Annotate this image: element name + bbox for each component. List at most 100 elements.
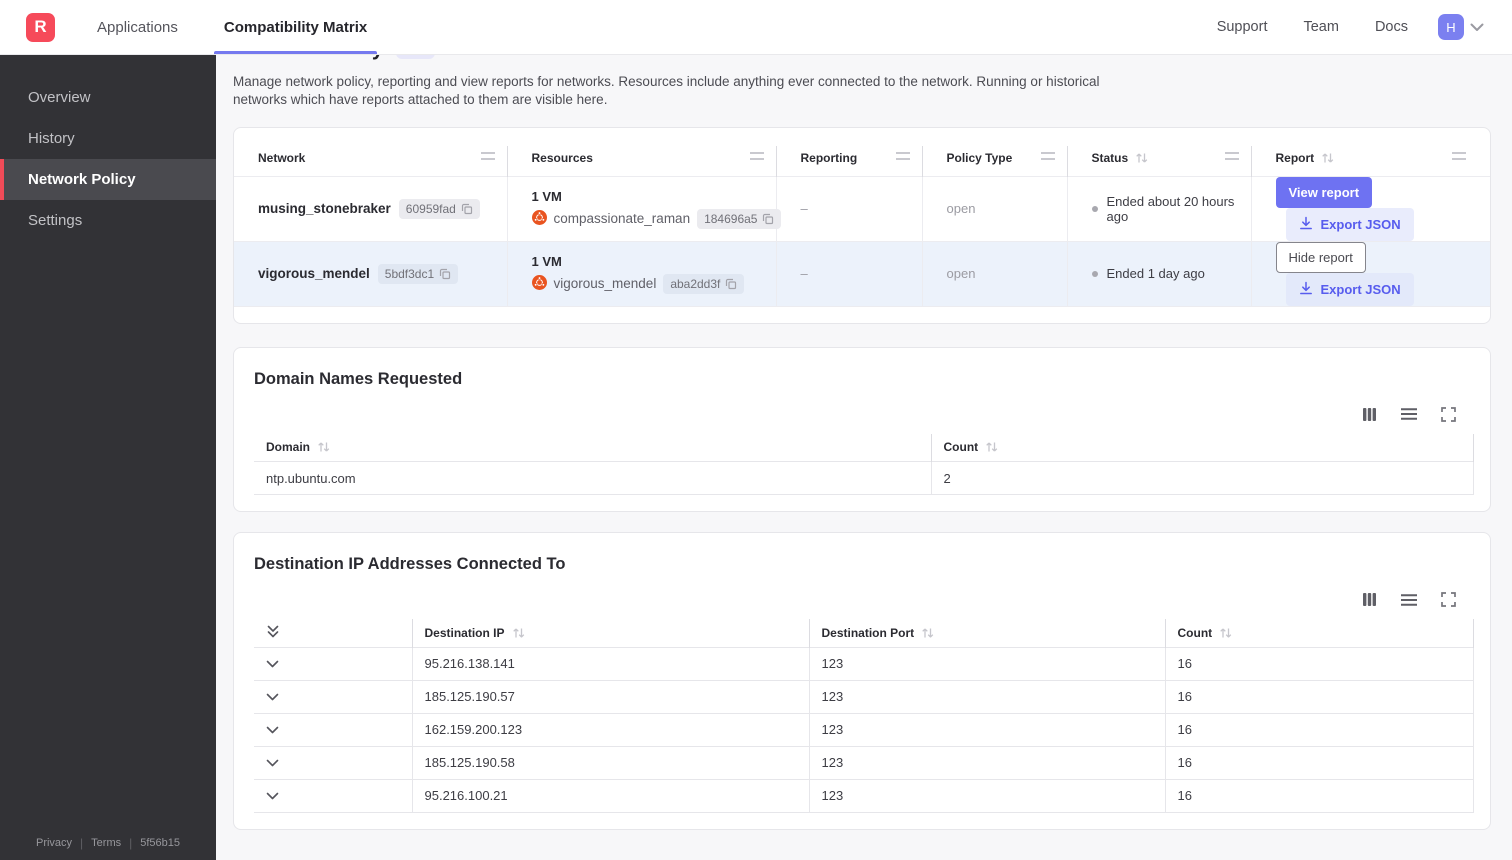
app-logo[interactable]: R bbox=[26, 12, 55, 42]
network-row[interactable]: vigorous_mendel 5bdf3dc1 1 VM vigorous_m… bbox=[234, 240, 1490, 307]
expand-row-icon[interactable] bbox=[266, 660, 279, 668]
col-header-destination-port[interactable]: Destination Port bbox=[809, 619, 1166, 647]
footer-divider: | bbox=[80, 836, 84, 850]
terms-link[interactable]: Terms bbox=[91, 837, 121, 849]
sidebar-item-history[interactable]: History bbox=[0, 118, 216, 159]
view-report-button[interactable]: View report bbox=[1275, 176, 1373, 208]
table-toolbar bbox=[234, 592, 1490, 607]
ip-row[interactable]: 185.125.190.58 123 16 bbox=[254, 745, 1474, 780]
copy-icon[interactable] bbox=[762, 213, 774, 225]
count-value: 16 bbox=[1165, 778, 1474, 813]
port-value: 123 bbox=[809, 778, 1166, 813]
ip-value: 95.216.138.141 bbox=[412, 646, 810, 681]
chevron-down-icon[interactable] bbox=[1470, 23, 1484, 32]
fullscreen-icon[interactable] bbox=[1441, 406, 1456, 422]
column-resize-handle[interactable] bbox=[1452, 152, 1466, 160]
col-header-domain[interactable]: Domain bbox=[254, 433, 932, 462]
ip-row[interactable]: 95.216.138.141 123 16 bbox=[254, 646, 1474, 681]
domains-card-title: Domain Names Requested bbox=[254, 369, 463, 388]
network-row[interactable]: musing_stonebraker 60959fad 1 VM compass… bbox=[234, 175, 1490, 241]
resource-hash-badge: 184696a5 bbox=[697, 208, 782, 229]
domain-value: ntp.ubuntu.com bbox=[254, 461, 932, 495]
column-resize-handle[interactable] bbox=[480, 152, 495, 160]
column-resize-handle[interactable] bbox=[895, 152, 910, 160]
privacy-link[interactable]: Privacy bbox=[36, 837, 72, 849]
sort-icon[interactable] bbox=[921, 627, 934, 639]
networks-table-header: Network Resources Reporting Policy Type bbox=[234, 146, 1490, 176]
build-version: 5f56b15 bbox=[140, 837, 181, 849]
expand-all-icon[interactable] bbox=[266, 624, 280, 639]
columns-icon[interactable] bbox=[1362, 592, 1377, 607]
domain-row[interactable]: ntp.ubuntu.com 2 bbox=[254, 461, 1474, 495]
col-header-report[interactable]: Report bbox=[1251, 146, 1490, 176]
status-dot-icon bbox=[1091, 270, 1098, 277]
sidebar-item-overview[interactable]: Overview bbox=[0, 77, 216, 118]
ip-value: 95.216.100.21 bbox=[412, 778, 810, 813]
ip-row[interactable]: 162.159.200.123 123 16 bbox=[254, 712, 1474, 747]
sidebar-item-settings[interactable]: Settings bbox=[0, 200, 216, 241]
col-header-policy-type: Policy Type bbox=[922, 146, 1068, 176]
row-density-icon[interactable] bbox=[1400, 407, 1418, 421]
domains-table: Domain Count ntp.ubuntu.com 2 bbox=[254, 433, 1474, 495]
nav-link-team[interactable]: Team bbox=[1303, 19, 1338, 35]
user-avatar[interactable]: H bbox=[1438, 14, 1464, 40]
copy-icon[interactable] bbox=[439, 268, 451, 280]
vm-count: 1 VM bbox=[531, 253, 562, 269]
download-icon bbox=[1299, 281, 1313, 298]
network-hash-badge: 60959fad bbox=[398, 198, 480, 219]
sort-icon[interactable] bbox=[1321, 152, 1334, 164]
ip-row[interactable]: 185.125.190.57 123 16 bbox=[254, 679, 1474, 714]
col-header-count[interactable]: Count bbox=[1165, 619, 1474, 647]
networks-card: Network Resources Reporting Policy Type bbox=[233, 127, 1491, 324]
export-json-button[interactable]: Export JSON bbox=[1285, 207, 1414, 241]
export-json-button[interactable]: Export JSON bbox=[1285, 272, 1414, 306]
col-header-network: Network bbox=[234, 146, 508, 176]
port-value: 123 bbox=[809, 712, 1166, 747]
status-dot-icon bbox=[1091, 205, 1098, 212]
sort-icon[interactable] bbox=[1135, 152, 1148, 164]
ip-row[interactable]: 95.216.100.21 123 16 bbox=[254, 778, 1474, 813]
resource-name: compassionate_raman bbox=[553, 211, 691, 226]
reporting-value: – bbox=[776, 175, 923, 241]
col-header-destination-ip[interactable]: Destination IP bbox=[412, 619, 810, 647]
tab-applications[interactable]: Applications bbox=[91, 0, 184, 54]
sort-icon[interactable] bbox=[317, 441, 330, 453]
policy-type-value: open bbox=[922, 175, 1068, 241]
expand-row-icon[interactable] bbox=[266, 792, 279, 800]
nav-link-docs[interactable]: Docs bbox=[1375, 19, 1408, 35]
domains-card: Domain Names Requested Domain Count ntp.… bbox=[233, 346, 1491, 512]
tab-compatibility-matrix[interactable]: Compatibility Matrix bbox=[213, 0, 378, 54]
copy-icon[interactable] bbox=[461, 203, 473, 215]
resource-name: vigorous_mendel bbox=[553, 276, 657, 291]
download-icon bbox=[1299, 216, 1313, 233]
row-density-icon[interactable] bbox=[1400, 593, 1418, 607]
resource-hash-badge: aba2dd3f bbox=[663, 273, 745, 294]
expand-row-icon[interactable] bbox=[266, 759, 279, 767]
column-resize-handle[interactable] bbox=[749, 152, 764, 160]
col-header-count[interactable]: Count bbox=[931, 433, 1474, 462]
footer-divider: | bbox=[129, 836, 133, 850]
sort-icon[interactable] bbox=[1219, 627, 1232, 639]
count-value: 16 bbox=[1165, 745, 1474, 780]
copy-icon[interactable] bbox=[725, 278, 737, 290]
nav-link-support[interactable]: Support bbox=[1217, 19, 1268, 35]
sort-icon[interactable] bbox=[512, 627, 525, 639]
status-value: Ended about 20 hours ago bbox=[1091, 194, 1251, 224]
col-header-status[interactable]: Status bbox=[1067, 146, 1252, 176]
columns-icon[interactable] bbox=[1362, 407, 1377, 422]
sidebar-footer: Privacy | Terms | 5f56b15 bbox=[0, 836, 216, 850]
page-description: Manage network policy, reporting and vie… bbox=[233, 74, 1100, 107]
count-value: 2 bbox=[931, 461, 1474, 495]
sort-icon[interactable] bbox=[985, 441, 998, 453]
column-resize-handle[interactable] bbox=[1224, 152, 1239, 160]
sidebar-item-network-policy[interactable]: Network Policy bbox=[0, 159, 216, 200]
hide-report-button[interactable]: Hide report bbox=[1275, 241, 1366, 273]
expand-row-icon[interactable] bbox=[266, 693, 279, 701]
destination-ips-table: Destination IP Destination Port Count 95… bbox=[254, 619, 1474, 813]
ip-value: 185.125.190.58 bbox=[412, 745, 810, 780]
expand-row-icon[interactable] bbox=[266, 726, 279, 734]
column-resize-handle[interactable] bbox=[1040, 152, 1055, 160]
port-value: 123 bbox=[809, 745, 1166, 780]
fullscreen-icon[interactable] bbox=[1441, 592, 1456, 607]
vm-count: 1 VM bbox=[531, 188, 562, 204]
